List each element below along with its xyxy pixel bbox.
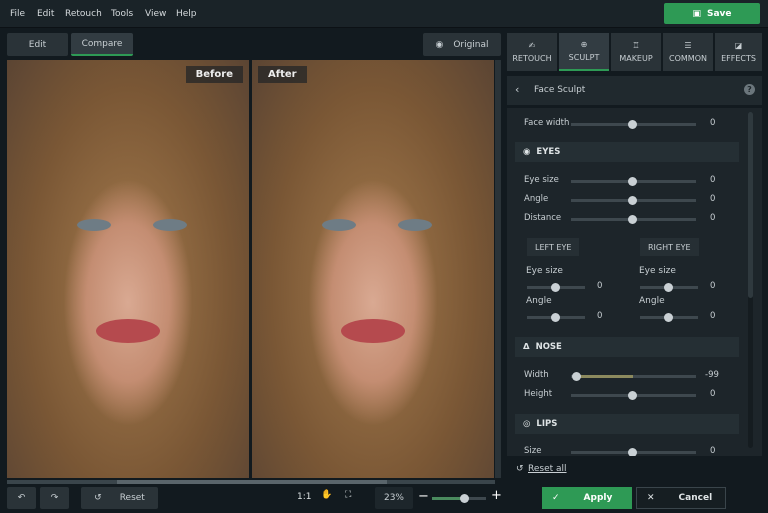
zoom-in-button[interactable]: + — [491, 488, 502, 503]
nose-icon: ᐃ — [523, 342, 530, 352]
original-label: Original — [453, 39, 489, 50]
back-chevron-icon[interactable]: ‹ — [515, 83, 519, 96]
after-label: After — [258, 66, 307, 83]
eye-icon: ◉ — [523, 147, 531, 157]
tab-edit[interactable]: Edit — [7, 33, 68, 56]
panel-title: Face Sculpt — [534, 85, 586, 95]
one-to-one-button[interactable]: 1:1 — [297, 492, 311, 502]
before-label: Before — [185, 66, 243, 83]
makeup-icon: ♖ — [632, 41, 640, 50]
panel-scrollbar[interactable] — [748, 112, 753, 448]
cancel-label: Cancel — [678, 493, 713, 503]
save-icon: ▣ — [692, 8, 701, 19]
tab-sculpt[interactable]: ⊕ SCULPT — [559, 33, 609, 71]
photo-lips — [96, 319, 160, 344]
redo-button[interactable]: ↷ — [40, 487, 69, 509]
panel-header: ‹ Face Sculpt ? — [507, 76, 762, 105]
photo-eye — [153, 218, 187, 231]
right-eye-size-slider[interactable]: 0 — [507, 280, 747, 294]
sculpt-icon: ⊕ — [580, 40, 588, 49]
zoom-value[interactable]: 23% — [375, 487, 413, 509]
menu-tools[interactable]: Tools — [111, 9, 133, 19]
lips-section[interactable]: ◎ LIPS — [515, 414, 739, 434]
tab-label: RETOUCH — [512, 54, 552, 63]
lips-size-slider[interactable]: Size 0 — [507, 445, 747, 456]
menu-file[interactable]: File — [10, 9, 25, 19]
check-icon: ✓ — [552, 493, 560, 503]
section-title: NOSE — [535, 342, 562, 352]
save-button[interactable]: ▣ Save — [664, 3, 760, 24]
zoom-out-button[interactable]: − — [418, 489, 429, 504]
eye-size-slider[interactable]: Eye size 0 — [507, 174, 747, 188]
menu-edit[interactable]: Edit — [37, 9, 54, 19]
tab-label: EFFECTS — [721, 54, 756, 63]
lips-icon: ◎ — [523, 419, 531, 429]
reset-button[interactable]: ↺ Reset — [81, 487, 158, 509]
photo-eye — [77, 218, 111, 231]
menu-view[interactable]: View — [145, 9, 166, 19]
undo-button[interactable]: ↶ — [7, 487, 36, 509]
right-eye-button[interactable]: RIGHT EYE — [640, 238, 699, 256]
tab-retouch[interactable]: ✍ RETOUCH — [507, 33, 557, 71]
reset-all-link[interactable]: Reset all — [528, 464, 567, 474]
menu-bar: File Edit Retouch Tools View Help ▣ Save — [0, 0, 768, 28]
section-title: LIPS — [536, 419, 558, 429]
eyes-section[interactable]: ◉ EYES — [515, 142, 739, 162]
after-photo: After — [252, 60, 494, 478]
left-eye-button[interactable]: LEFT EYE — [527, 238, 580, 256]
reset-label: Reset — [119, 493, 145, 503]
tab-label: COMMON — [669, 54, 707, 63]
retouch-icon: ✍ — [528, 41, 536, 50]
menu-retouch[interactable]: Retouch — [65, 9, 102, 19]
fit-screen-icon[interactable]: ⛶ — [345, 490, 351, 500]
zoom-slider-thumb[interactable] — [460, 494, 470, 503]
horizontal-scrollbar[interactable] — [7, 480, 495, 484]
hand-icon[interactable]: ✋ — [321, 490, 332, 500]
tab-effects[interactable]: ◪ EFFECTS — [715, 33, 762, 71]
left-eye-angle-label: Angle — [526, 296, 552, 306]
right-eye-angle-label: Angle — [639, 296, 665, 306]
right-eye-angle-slider[interactable]: 0 — [507, 310, 747, 324]
left-eye-size-label: Eye size — [526, 266, 563, 276]
nose-section[interactable]: ᐃ NOSE — [515, 337, 739, 357]
help-icon[interactable]: ? — [744, 84, 755, 95]
undo-icon: ↶ — [17, 493, 26, 503]
eye-angle-slider[interactable]: Angle 0 — [507, 193, 747, 207]
close-icon: ✕ — [647, 493, 655, 503]
tab-makeup[interactable]: ♖ MAKEUP — [611, 33, 661, 71]
before-photo: Before — [7, 60, 249, 478]
sliders-icon: ☰ — [684, 41, 692, 50]
eye-icon: ◉ — [435, 39, 444, 50]
effects-icon: ◪ — [734, 41, 743, 50]
original-button[interactable]: ◉ Original — [423, 33, 501, 56]
face-width-slider[interactable]: Face width 0 — [507, 117, 747, 131]
zoom-slider[interactable] — [432, 494, 486, 503]
tab-label: SCULPT — [568, 53, 600, 62]
section-title: EYES — [536, 147, 561, 157]
tab-compare[interactable]: Compare — [71, 33, 133, 56]
vertical-scrollbar[interactable] — [495, 60, 501, 478]
reset-icon: ↺ — [94, 493, 102, 503]
photo-eye — [398, 218, 432, 231]
right-eye-size-label: Eye size — [639, 266, 676, 276]
nose-width-slider[interactable]: Width -99 — [507, 369, 747, 383]
apply-label: Apply — [583, 493, 613, 503]
face-sculpt-panel: Face width 0 ◉ EYES Eye size 0 Angle 0 Dista… — [507, 108, 762, 456]
eye-distance-slider[interactable]: Distance 0 — [507, 212, 747, 226]
redo-icon: ↷ — [50, 493, 59, 503]
tab-common[interactable]: ☰ COMMON — [663, 33, 713, 71]
reset-all-icon[interactable]: ↺ — [516, 464, 524, 474]
save-label: Save — [706, 8, 732, 19]
photo-lips — [341, 319, 405, 344]
cancel-button[interactable]: ✕ Cancel — [636, 487, 726, 509]
photo-eye — [322, 218, 356, 231]
apply-button[interactable]: ✓ Apply — [542, 487, 632, 509]
tab-label: MAKEUP — [619, 54, 653, 63]
nose-height-slider[interactable]: Height 0 — [507, 388, 747, 402]
menu-help[interactable]: Help — [176, 9, 197, 19]
